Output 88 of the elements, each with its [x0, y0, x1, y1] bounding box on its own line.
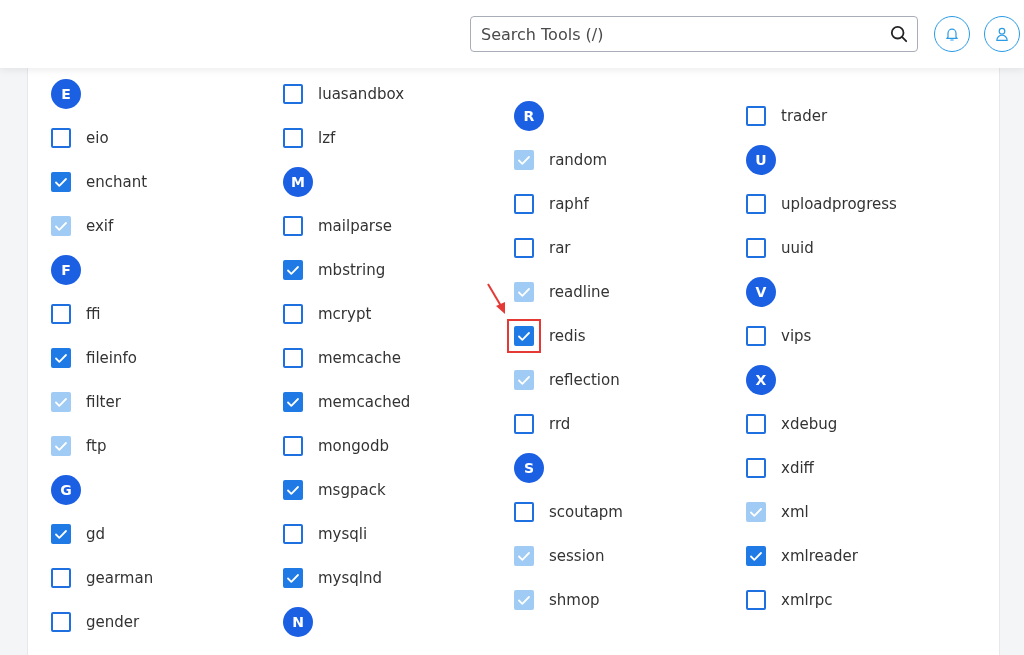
user-icon	[994, 26, 1010, 42]
arrow-icon	[486, 282, 508, 316]
search-field[interactable]: Search Tools (/)	[470, 16, 918, 52]
checkbox[interactable]	[746, 326, 766, 346]
letter-badge: G	[51, 475, 81, 505]
checkbox[interactable]	[283, 128, 303, 148]
checkbox[interactable]	[283, 436, 303, 456]
letter-badge: F	[51, 255, 81, 285]
extension-label: scoutapm	[549, 503, 623, 521]
checkbox[interactable]	[283, 524, 303, 544]
letter-badge: E	[51, 79, 81, 109]
bell-icon	[944, 26, 960, 42]
checkbox[interactable]	[283, 304, 303, 324]
extension-label: xdebug	[781, 415, 838, 433]
extension-label: memcached	[318, 393, 411, 411]
extension-label: vips	[781, 327, 812, 345]
extension-label: mailparse	[318, 217, 393, 235]
letter-badge: N	[283, 607, 313, 637]
checkbox[interactable]	[283, 568, 303, 588]
extension-label: filter	[86, 393, 121, 411]
checkbox[interactable]	[514, 194, 534, 214]
extension-label: fileinfo	[86, 349, 137, 367]
checkbox[interactable]	[514, 238, 534, 258]
checkbox[interactable]	[283, 480, 303, 500]
letter-badge: X	[746, 365, 776, 395]
notifications-button[interactable]	[934, 16, 970, 52]
extension-label: rrd	[549, 415, 571, 433]
extension-label: readline	[549, 283, 610, 301]
extension-label: uuid	[781, 239, 814, 257]
extension-label: luasandbox	[318, 85, 404, 103]
extension-label: eio	[86, 129, 109, 147]
checkbox[interactable]	[51, 304, 71, 324]
checkbox[interactable]	[514, 502, 534, 522]
letter-badge: V	[746, 277, 776, 307]
extension-label: memcache	[318, 349, 401, 367]
extension-label: lzf	[318, 129, 336, 147]
extension-label: shmop	[549, 591, 600, 609]
extension-label: mbstring	[318, 261, 386, 279]
extension-label: redis	[549, 327, 586, 345]
extension-label: xdiff	[781, 459, 814, 477]
extension-label: rar	[549, 239, 571, 257]
checkbox[interactable]	[514, 414, 534, 434]
extension-label: msgpack	[318, 481, 386, 499]
checkbox[interactable]	[283, 216, 303, 236]
checkbox[interactable]	[283, 84, 303, 104]
checkbox[interactable]	[51, 568, 71, 588]
extension-label: mongodb	[318, 437, 390, 455]
extension-label: mysqlnd	[318, 569, 383, 587]
extension-label: xml	[781, 503, 809, 521]
extension-label: random	[549, 151, 608, 169]
extension-label: mcrypt	[318, 305, 372, 323]
checkbox[interactable]	[283, 392, 303, 412]
extension-label: xmlreader	[781, 547, 858, 565]
extension-label: trader	[781, 107, 828, 125]
checkbox[interactable]	[746, 546, 766, 566]
extension-label: gd	[86, 525, 106, 543]
checkbox[interactable]	[746, 590, 766, 610]
extension-label: xmlrpc	[781, 591, 833, 609]
extension-label: ffi	[86, 305, 101, 323]
extension-label: gender	[86, 613, 140, 631]
extension-label: raphf	[549, 195, 589, 213]
letter-badge: R	[514, 101, 544, 131]
extension-label: enchant	[86, 173, 148, 191]
checkbox[interactable]	[51, 612, 71, 632]
checkbox[interactable]	[51, 348, 71, 368]
extension-label: gearman	[86, 569, 154, 587]
profile-button[interactable]	[984, 16, 1020, 52]
letter-badge: U	[746, 145, 776, 175]
checkbox[interactable]	[283, 348, 303, 368]
checkbox[interactable]	[746, 458, 766, 478]
extension-label: ftp	[86, 437, 107, 455]
extension-label: mysqli	[318, 525, 368, 543]
extension-label: exif	[86, 217, 114, 235]
checkbox[interactable]	[746, 106, 766, 126]
checkbox[interactable]	[51, 128, 71, 148]
extension-label: reflection	[549, 371, 620, 389]
letter-badge: S	[514, 453, 544, 483]
checkbox[interactable]	[514, 326, 534, 346]
checkbox[interactable]	[746, 414, 766, 434]
checkbox[interactable]	[746, 238, 766, 258]
letter-badge: M	[283, 167, 313, 197]
checkbox[interactable]	[746, 194, 766, 214]
search-icon	[890, 25, 908, 43]
checkbox[interactable]	[283, 260, 303, 280]
extension-label: session	[549, 547, 605, 565]
checkbox[interactable]	[51, 172, 71, 192]
checkbox[interactable]	[51, 524, 71, 544]
extension-label: uploadprogress	[781, 195, 897, 213]
